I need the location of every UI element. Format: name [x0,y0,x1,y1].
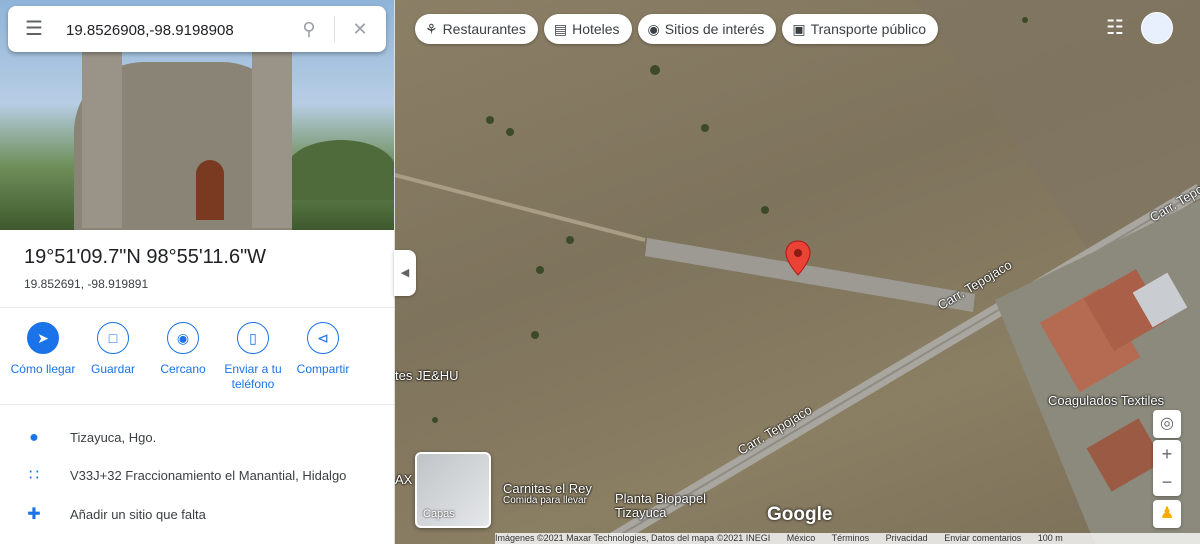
camera-icon: ◉ [647,20,660,37]
zoom-out-button[interactable]: − [1153,468,1181,496]
zoom-controls: + − [1153,440,1181,496]
zoom-in-button[interactable]: + [1153,440,1181,468]
bed-icon: ▤ [553,20,568,37]
place-title: 19°51'09.7"N 98°55'11.6"W [24,246,267,268]
locate-icon: ◎ [1160,415,1174,432]
scale-bar[interactable]: 100 m [1038,533,1063,543]
send-to-phone-button[interactable]: ▯ Enviar a tu teléfono [218,322,288,392]
google-logo: Google [767,504,833,525]
privacy-link[interactable]: Privacidad [886,533,928,543]
side-panel: 19°51'09.7"N 98°55'11.6"W 19.852691, -98… [0,0,395,544]
search-box: ☰ ⚲ ✕ [8,6,386,52]
add-location-icon: ✚ [27,506,41,523]
apps-grid-icon[interactable]: ☷ [1103,16,1127,40]
poi-label[interactable]: Tizayuca [615,505,667,520]
street-view-pegman[interactable]: ♟ [1153,500,1181,528]
map-canvas[interactable]: ⚘ Restaurantes ▤ Hoteles ◉ Sitios de int… [395,0,1200,544]
place-decimal-coords: 19.852691, -98.919891 [24,277,149,291]
search-icon[interactable]: ⚲ [298,18,320,40]
feedback-link[interactable]: Enviar comentarios [944,533,1021,543]
close-icon[interactable]: ✕ [349,18,371,40]
send-to-phone-icon: ▯ [237,322,269,354]
fork-knife-icon: ⚘ [425,20,438,37]
search-input[interactable] [64,16,278,44]
poi-label: AX [395,472,413,487]
chip-hotels[interactable]: ▤ Hoteles [543,14,632,44]
layers-button[interactable]: Capas [415,452,491,528]
nearby-icon: ◉ [167,322,199,354]
bus-icon: ▣ [792,20,806,37]
share-icon: ⊲ [307,322,339,354]
country-link[interactable]: México [787,533,816,543]
divider [0,404,394,405]
action-bar: ➤ Cómo llegar □ Guardar ◉ Cercano ▯ Envi… [8,322,388,392]
divider [0,307,394,308]
location-pin-icon: ● [29,429,39,446]
plus-code-icon: ∷ [28,467,40,484]
poi-label[interactable]: Coagulados Textiles [1048,393,1164,408]
directions-icon: ➤ [27,322,59,354]
share-button[interactable]: ⊲ Compartir [288,322,358,392]
poi-label[interactable]: tes JE&HU [395,368,459,383]
chip-points-of-interest[interactable]: ◉ Sitios de interés [637,14,777,44]
poi-label[interactable]: Planta Biopapel [615,491,706,506]
chip-restaurants[interactable]: ⚘ Restaurantes [415,14,538,44]
my-location-button[interactable]: ◎ [1153,410,1181,438]
add-place-row[interactable]: ✚ Añadir un sitio que falta [0,497,394,533]
nearby-button[interactable]: ◉ Cercano [148,322,218,392]
pluscode-row[interactable]: ∷ V33J+32 Fraccionamiento el Manantial, … [0,458,394,494]
pegman-icon: ♟ [1159,505,1175,522]
bookmark-icon: □ [97,322,129,354]
terms-link[interactable]: Términos [832,533,870,543]
poi-label[interactable]: Carnitas el Rey [503,481,592,496]
save-button[interactable]: □ Guardar [78,322,148,392]
account-avatar[interactable] [1141,12,1173,44]
collapse-panel-button[interactable]: ◀ [394,250,416,296]
location-marker-icon[interactable] [785,240,811,276]
menu-icon[interactable]: ☰ [22,18,46,40]
chip-public-transport[interactable]: ▣ Transporte público [782,14,939,44]
map-footer: Imágenes ©2021 Maxar Technologies, Datos… [495,533,1200,544]
directions-button[interactable]: ➤ Cómo llegar [8,322,78,392]
locality-row[interactable]: ● Tizayuca, Hgo. [0,420,394,456]
category-chips: ⚘ Restaurantes ▤ Hoteles ◉ Sitios de int… [415,14,939,44]
poi-sublabel: Comida para llevar [503,495,587,506]
